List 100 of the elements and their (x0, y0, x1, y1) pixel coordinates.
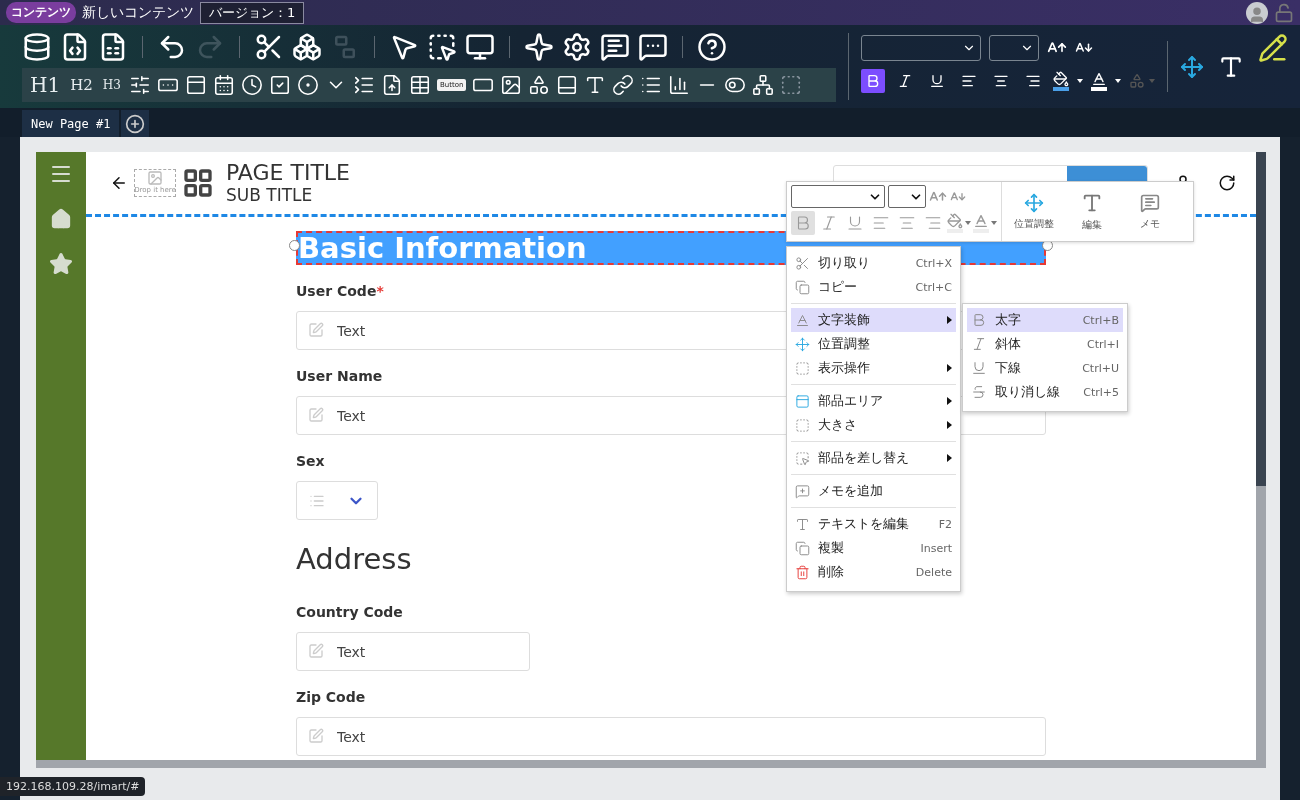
person-icon (1248, 5, 1266, 24)
field-label: Sex (296, 453, 325, 469)
menu-label: コピー (818, 278, 858, 296)
link-icon[interactable] (612, 74, 635, 96)
menu-item[interactable]: 下線 Ctrl+U (967, 356, 1123, 380)
heading-tool[interactable]: H3 (100, 78, 123, 92)
shortcut-label: Ctrl+C (915, 280, 952, 294)
listbox-icon[interactable] (352, 74, 375, 96)
text-field[interactable]: Text (296, 632, 530, 671)
help-icon[interactable] (697, 32, 727, 62)
submenu-arrow-icon (947, 316, 952, 324)
field-label: User Code* (296, 283, 384, 299)
menu-label: 表示操作 (818, 359, 871, 377)
move-icon[interactable] (795, 336, 810, 352)
panel-icon[interactable] (556, 74, 579, 96)
area-select-icon[interactable] (427, 32, 457, 62)
trash-icon[interactable] (795, 564, 810, 580)
menu-item[interactable]: 大きさ (791, 413, 956, 437)
vertical-scrollbar[interactable] (1256, 152, 1266, 760)
font-family-select[interactable] (791, 185, 885, 208)
shortcut-label: Delete (915, 565, 952, 579)
resize-handle[interactable] (289, 240, 300, 251)
sparkle-icon[interactable] (524, 32, 554, 62)
image-icon[interactable] (500, 74, 523, 96)
table-icon[interactable] (408, 74, 431, 96)
fill-color-tool[interactable] (1053, 71, 1069, 91)
settings-icon[interactable] (562, 32, 592, 62)
avatar[interactable] (1246, 1, 1268, 24)
grid-icon[interactable] (182, 167, 214, 199)
letter-icon (973, 213, 989, 229)
move-button[interactable]: 位置調整 (1010, 192, 1058, 231)
checkbox-icon[interactable] (268, 74, 291, 96)
letter-icon (1091, 71, 1107, 87)
submenu-arrow-icon (947, 421, 952, 429)
strikethrough-icon[interactable] (971, 384, 987, 400)
menu-item[interactable]: 複製 Insert (791, 536, 956, 560)
boxes-icon[interactable] (292, 32, 322, 62)
home-icon[interactable] (50, 208, 72, 230)
menu-label: 斜体 (995, 335, 1022, 353)
textarea-icon[interactable] (184, 74, 207, 96)
menu-item[interactable]: 部品を差し替え (791, 446, 956, 470)
shortcut-label: Ctrl+B (1082, 313, 1119, 327)
radio-icon[interactable] (296, 74, 319, 96)
refresh-icon[interactable] (1218, 174, 1236, 192)
database-export-icon[interactable] (22, 32, 52, 62)
section-heading[interactable]: Address (296, 542, 412, 576)
back-icon[interactable] (110, 174, 128, 192)
monitor-icon[interactable] (465, 32, 495, 62)
chart-icon[interactable] (668, 74, 691, 96)
page-title: PAGE TITLE (226, 161, 350, 185)
menu-item[interactable]: 削除 Delete (791, 560, 956, 584)
shortcut-label: Ctrl+I (1086, 337, 1119, 351)
font-family-select[interactable] (861, 35, 981, 61)
heading-tool[interactable]: H2 (68, 76, 95, 94)
menu-item[interactable]: 文字装飾 (791, 308, 956, 332)
star-icon[interactable] (49, 252, 73, 276)
page-tab[interactable]: New Page #1 (22, 110, 120, 137)
menu-item[interactable]: コピー Ctrl+C (791, 275, 956, 299)
edit-pencil-icon[interactable] (1258, 33, 1288, 63)
pencil-icon (308, 728, 324, 744)
memo-add-icon[interactable] (795, 483, 810, 499)
shortcut-label: Ctrl+5 (1083, 385, 1119, 399)
field-label: Zip Code (296, 689, 366, 705)
font-color-tool[interactable] (973, 213, 989, 233)
menu-item[interactable]: メモを追加 (791, 479, 956, 503)
menu-label: 太字 (995, 311, 1022, 329)
menu-item[interactable]: 太字 Ctrl+B (967, 308, 1123, 332)
lock-icon[interactable] (1274, 2, 1294, 23)
menu-label: 下線 (995, 359, 1022, 377)
clock-icon[interactable] (240, 74, 263, 96)
version-label: バージョン：1 (200, 1, 305, 24)
menu-label: 文字装飾 (818, 311, 871, 329)
pencil-icon (308, 643, 324, 659)
font-size-select[interactable] (989, 35, 1039, 61)
shortcut-label: F2 (938, 517, 952, 531)
menu-label: 部品を差し替え (818, 449, 910, 467)
text-button[interactable]: 編集 (1068, 191, 1116, 232)
calendar-icon[interactable] (212, 74, 235, 96)
tree-icon[interactable] (752, 74, 775, 96)
menu-label: 大きさ (818, 416, 858, 434)
slider-icon[interactable] (128, 74, 151, 96)
page-subtitle: SUB TITLE (226, 185, 314, 205)
memo-button[interactable]: メモ (1126, 192, 1174, 231)
add-tab-button[interactable] (121, 110, 150, 137)
heading-tool[interactable]: H1 (28, 73, 63, 97)
pencil-icon (308, 322, 324, 338)
submenu-arrow-icon (947, 397, 952, 405)
menu-item[interactable]: 表示操作 (791, 356, 956, 380)
move-icon[interactable] (1180, 54, 1204, 79)
text-field[interactable]: Text (296, 717, 1046, 756)
shapes-icon[interactable] (528, 74, 551, 96)
field-label: Country Code (296, 604, 403, 620)
comment-icon[interactable] (600, 32, 630, 62)
pencil-icon (308, 407, 324, 423)
select-field[interactable] (296, 481, 378, 520)
comment-more-icon[interactable] (638, 32, 668, 62)
horizontal-scrollbar[interactable] (36, 760, 1266, 768)
dashed-box-icon[interactable] (780, 74, 803, 96)
font-size-select[interactable] (888, 185, 926, 208)
menu-item[interactable]: テキストを編集 F2 (791, 512, 956, 536)
